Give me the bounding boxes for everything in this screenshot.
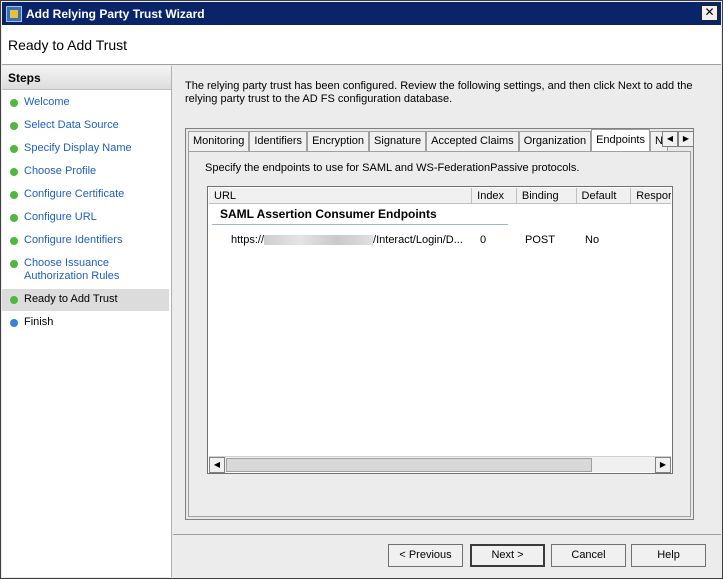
step-complete-icon bbox=[10, 191, 18, 199]
step-ready-to-add-trust[interactable]: Ready to Add Trust bbox=[2, 289, 169, 311]
column-header-response[interactable]: Respor bbox=[631, 188, 671, 204]
scroll-left-icon[interactable]: ◀ bbox=[209, 457, 225, 473]
endpoints-tab-panel: Specify the endpoints to use for SAML an… bbox=[188, 151, 691, 517]
tab-organization[interactable]: Organization bbox=[518, 131, 592, 151]
adfs-app-icon bbox=[6, 5, 22, 22]
step-label: Choose Issuance Authorization Rules bbox=[24, 257, 120, 282]
default-cell: No bbox=[585, 234, 600, 246]
step-complete-icon bbox=[10, 260, 18, 268]
button-bar: < Previous Next > Cancel Help bbox=[173, 534, 721, 577]
column-header-binding[interactable]: Binding bbox=[517, 188, 577, 204]
step-complete-icon bbox=[10, 168, 18, 176]
tab-monitoring[interactable]: Monitoring bbox=[188, 131, 250, 151]
tab-encryption[interactable]: Encryption bbox=[307, 131, 370, 151]
page-title: Ready to Add Trust bbox=[8, 37, 128, 53]
wizard-window: Add Relying Party Trust Wizard ✕ Ready t… bbox=[0, 0, 723, 579]
group-divider bbox=[212, 224, 508, 225]
step-complete-icon bbox=[10, 99, 18, 107]
horizontal-scrollbar[interactable]: ◀ ▶ bbox=[209, 456, 671, 473]
step-complete-icon bbox=[10, 237, 18, 245]
step-label: Finish bbox=[24, 316, 54, 328]
url-cell: https:// /Interact/Login/D... bbox=[231, 234, 463, 246]
index-cell: 0 bbox=[480, 234, 487, 246]
step-label: Welcome bbox=[24, 96, 70, 108]
step-label: Configure Certificate bbox=[24, 188, 125, 200]
scroll-right-icon[interactable]: ▶ bbox=[678, 131, 694, 147]
header-panel: Ready to Add Trust bbox=[2, 25, 721, 65]
endpoints-description: Specify the endpoints to use for SAML an… bbox=[205, 162, 580, 174]
binding-cell: POST bbox=[525, 234, 555, 246]
step-finish: Finish bbox=[2, 316, 169, 329]
step-configure-url[interactable]: Configure URL bbox=[2, 211, 169, 224]
tab-strip: Monitoring Identifiers Encryption Signat… bbox=[188, 129, 668, 151]
url-suffix: /Interact/Login/D... bbox=[373, 234, 463, 246]
step-configure-certificate[interactable]: Configure Certificate bbox=[2, 188, 169, 201]
step-current-icon bbox=[10, 296, 18, 304]
endpoints-list[interactable]: URL Index Binding Default Respor SAML As… bbox=[207, 186, 673, 474]
scroll-thumb[interactable] bbox=[226, 458, 592, 472]
step-complete-icon bbox=[10, 145, 18, 153]
step-select-data-source[interactable]: Select Data Source bbox=[2, 119, 169, 132]
close-button[interactable]: ✕ bbox=[701, 5, 718, 21]
previous-button[interactable]: < Previous bbox=[388, 544, 463, 567]
url-prefix: https:// bbox=[231, 234, 265, 246]
column-header-default[interactable]: Default bbox=[577, 188, 632, 204]
next-button[interactable]: Next > bbox=[470, 544, 545, 567]
step-configure-identifiers[interactable]: Configure Identifiers bbox=[2, 234, 169, 247]
step-label: Specify Display Name bbox=[24, 142, 132, 154]
step-label: Configure Identifiers bbox=[24, 234, 123, 246]
redacted-host bbox=[264, 235, 374, 246]
tab-accepted-claims[interactable]: Accepted Claims bbox=[426, 131, 519, 151]
step-label: Choose Profile bbox=[24, 165, 97, 177]
scroll-left-icon[interactable]: ◀ bbox=[662, 131, 678, 147]
scroll-right-icon[interactable]: ▶ bbox=[655, 457, 671, 473]
step-choose-profile[interactable]: Choose Profile bbox=[2, 165, 169, 178]
step-label: Select Data Source bbox=[24, 119, 119, 131]
tab-endpoints[interactable]: Endpoints bbox=[591, 129, 650, 151]
step-label: Configure URL bbox=[24, 211, 97, 223]
content-area: The relying party trust has been configu… bbox=[173, 66, 721, 534]
window-title: Add Relying Party Trust Wizard bbox=[26, 6, 205, 21]
step-complete-icon bbox=[10, 122, 18, 130]
column-header-url[interactable]: URL bbox=[209, 188, 473, 204]
step-complete-icon bbox=[10, 214, 18, 222]
intro-text: The relying party trust has been configu… bbox=[185, 80, 693, 105]
step-welcome[interactable]: Welcome bbox=[2, 96, 169, 109]
steps-panel: Steps Welcome Select Data Source Specify… bbox=[2, 66, 172, 577]
tab-identifiers[interactable]: Identifiers bbox=[249, 131, 308, 151]
step-specify-display-name[interactable]: Specify Display Name bbox=[2, 142, 169, 155]
step-pending-icon bbox=[10, 319, 18, 327]
column-header-index[interactable]: Index bbox=[472, 188, 517, 204]
cancel-button[interactable]: Cancel bbox=[551, 544, 626, 567]
steps-heading: Steps bbox=[2, 66, 171, 90]
title-bar[interactable]: Add Relying Party Trust Wizard ✕ bbox=[2, 2, 721, 25]
group-header: SAML Assertion Consumer Endpoints bbox=[220, 207, 437, 221]
step-choose-issuance-authorization-rules[interactable]: Choose Issuance Authorization Rules bbox=[2, 257, 132, 283]
help-button[interactable]: Help bbox=[631, 544, 706, 567]
tab-signature[interactable]: Signature bbox=[369, 131, 427, 151]
step-label: Ready to Add Trust bbox=[24, 293, 118, 305]
list-header: URL Index Binding Default Respor bbox=[209, 188, 671, 204]
tab-scroll-buttons: ◀ ▶ bbox=[662, 131, 694, 147]
settings-tab-control: Monitoring Identifiers Encryption Signat… bbox=[185, 128, 694, 520]
